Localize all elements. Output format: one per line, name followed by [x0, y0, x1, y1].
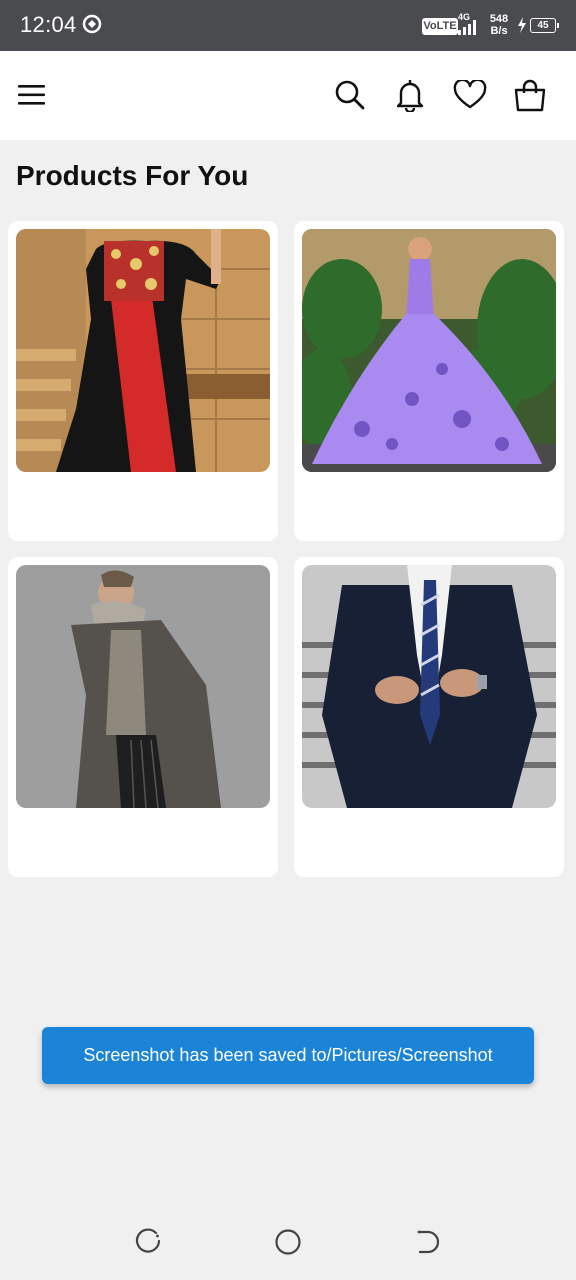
net-speed-value: 548 [489, 13, 509, 25]
search-button[interactable] [332, 77, 368, 113]
system-nav-bar [0, 1200, 576, 1280]
product-image[interactable] [302, 229, 556, 472]
search-icon [335, 80, 365, 110]
recents-icon [135, 1228, 161, 1253]
wishlist-button[interactable] [452, 77, 488, 113]
shopping-bag-icon [514, 79, 546, 112]
menu-button[interactable] [14, 77, 50, 113]
cart-button[interactable] [512, 77, 548, 113]
volte-badge: VoLTE [422, 18, 458, 35]
app-bar [0, 51, 576, 140]
status-bar: 12:04 VoLTE 4G 548 B/s 45 [0, 0, 576, 51]
product-image[interactable] [302, 565, 556, 808]
status-time: 12:04 [20, 12, 77, 37]
home-button[interactable] [274, 1228, 302, 1256]
home-icon [275, 1229, 301, 1255]
menu-icon [18, 85, 45, 105]
back-icon [417, 1230, 440, 1254]
product-card[interactable] [294, 221, 564, 541]
net-speed-unit: B/s [490, 25, 508, 37]
notifications-button[interactable] [392, 77, 428, 113]
app-notification-icon [82, 14, 102, 39]
product-image[interactable] [16, 565, 270, 808]
signal-icon [458, 19, 480, 40]
product-image[interactable] [16, 229, 270, 472]
bell-icon [396, 80, 424, 112]
toast-message: Screenshot has been saved to/Pictures/Sc… [42, 1027, 534, 1084]
product-card[interactable] [294, 557, 564, 877]
charging-icon [517, 17, 527, 38]
heart-icon [453, 80, 487, 109]
battery-icon: 45 [530, 18, 559, 33]
product-card[interactable] [8, 557, 278, 877]
section-title: Products For You [16, 160, 249, 191]
recents-button[interactable] [134, 1228, 162, 1256]
net-speed: 548 B/s [484, 13, 514, 37]
product-card[interactable] [8, 221, 278, 541]
back-button[interactable] [414, 1228, 442, 1256]
